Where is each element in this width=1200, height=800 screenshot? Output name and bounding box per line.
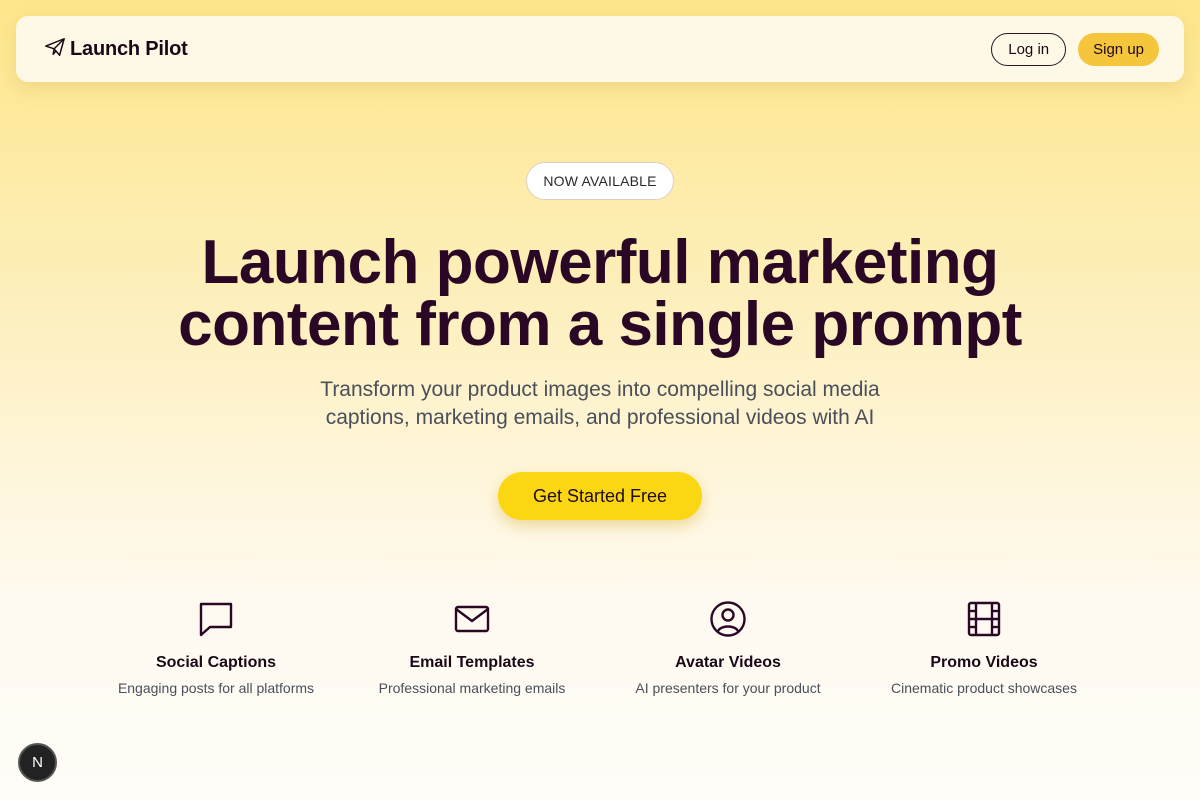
feature-description: AI presenters for your product	[635, 680, 821, 696]
feature-title: Promo Videos	[930, 654, 1038, 671]
nav-actions: Log in Sign up	[991, 32, 1159, 66]
logo[interactable]: Launch Pilot	[44, 36, 188, 63]
subhead-line-1: Transform your product images into compe…	[320, 378, 880, 401]
feature-title: Social Captions	[155, 654, 277, 671]
paper-plane-icon	[44, 36, 66, 63]
navbar: Launch Pilot Log in Sign up	[16, 16, 1184, 82]
hero-headline: Launch powerful marketing content from a…	[100, 232, 1100, 356]
dev-tools-badge[interactable]: N	[18, 743, 57, 782]
get-started-button[interactable]: Get Started Free	[498, 472, 702, 520]
film-icon	[965, 600, 1003, 638]
feature-email-templates: Email Templates Professional marketing e…	[344, 600, 600, 696]
subhead-line-2: captions, marketing emails, and professi…	[325, 406, 875, 429]
feature-social-captions: Social Captions Engaging posts for all p…	[88, 600, 344, 696]
feature-description: Engaging posts for all platforms	[117, 680, 315, 696]
feature-title: Email Templates	[409, 654, 535, 671]
envelope-icon	[453, 600, 491, 638]
feature-promo-videos: Promo Videos Cinematic product showcases	[856, 600, 1112, 696]
login-button[interactable]: Log in	[991, 32, 1067, 66]
feature-avatar-videos: Avatar Videos AI presenters for your pro…	[600, 600, 856, 696]
logo-text: Launch Pilot	[70, 37, 188, 60]
features-row: Social Captions Engaging posts for all p…	[88, 600, 1112, 696]
signup-button[interactable]: Sign up	[1078, 32, 1159, 66]
hero-subheading: Transform your product images into compe…	[250, 376, 950, 432]
feature-title: Avatar Videos	[675, 654, 781, 671]
user-circle-icon	[709, 600, 747, 638]
chat-bubble-icon	[197, 600, 235, 638]
feature-description: Cinematic product showcases	[891, 680, 1077, 696]
headline-line-1: Launch powerful marketing	[201, 228, 999, 297]
now-available-badge: NOW AVAILABLE	[526, 162, 674, 200]
feature-description: Professional marketing emails	[378, 680, 566, 696]
headline-line-2: content from a single prompt	[178, 290, 1022, 359]
